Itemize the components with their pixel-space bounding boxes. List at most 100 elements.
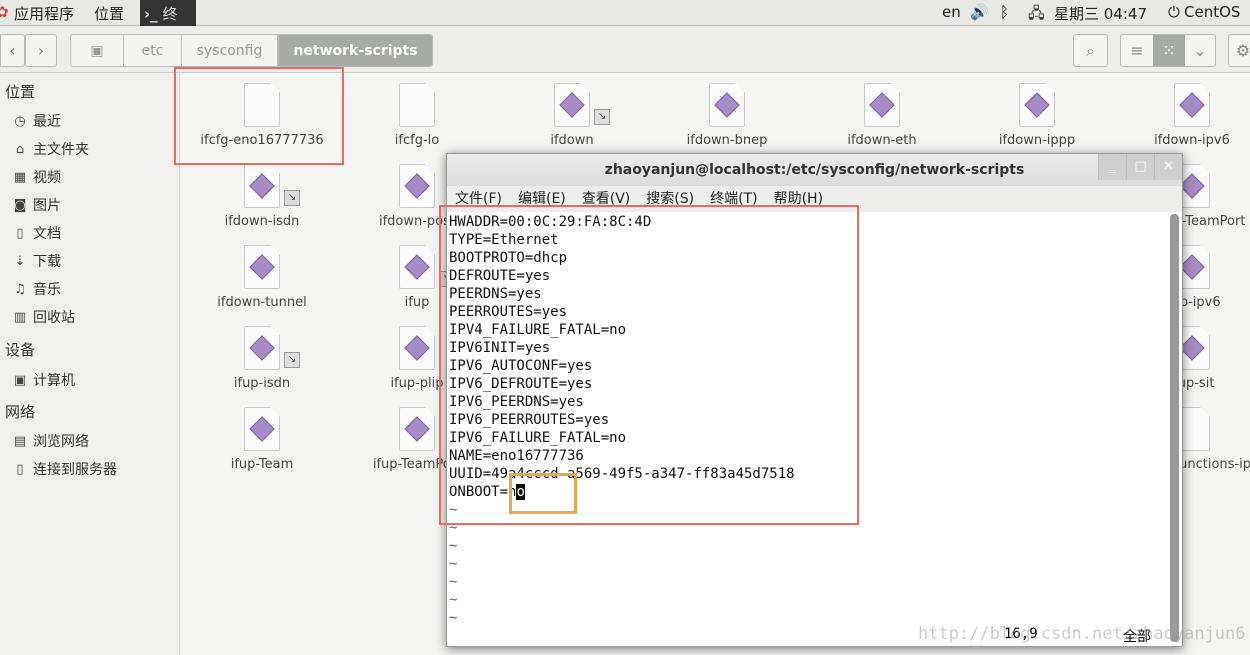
places-menu[interactable]: 位置 <box>94 3 124 24</box>
script-file-icon <box>1019 83 1055 127</box>
sidebar-item-label: 下载 <box>33 254 61 270</box>
onboot-highlight-box <box>509 473 577 514</box>
top-bar: ✿ 应用程序 位置 ›_ 终端 en 🔊 ᛒ 🖧 星期三 04:47 ⏻ Cen… <box>0 0 1250 44</box>
empty-line-tilde: ~ <box>449 574 458 590</box>
camera-icon: ◙ <box>13 197 27 213</box>
script-file-icon <box>244 245 280 289</box>
sidebar-header-network: 网络 <box>5 403 36 421</box>
file-name: ifdown <box>550 133 594 148</box>
sidebar-item-label: 主文件夹 <box>33 142 89 158</box>
sidebar-item[interactable]: ▯ 文档 <box>12 223 61 243</box>
file-item[interactable]: ↘ ifdown-isdn <box>187 164 337 229</box>
back-button[interactable]: ‹ <box>0 34 25 67</box>
script-file-icon <box>554 83 590 127</box>
sidebar-item[interactable]: ♫ 音乐 <box>12 279 61 299</box>
file-name: ifdown-tunnel <box>217 295 307 310</box>
file-item[interactable]: ↘ ifup-isdn <box>187 326 337 391</box>
bluetooth-icon[interactable]: ᛒ <box>1000 3 1009 21</box>
file-item[interactable]: ifup-Team <box>187 407 337 472</box>
file-item[interactable]: ifdown-eth <box>807 83 957 148</box>
taskbar-terminal[interactable]: ›_ 终端 <box>140 0 196 44</box>
script-file-icon <box>399 407 435 451</box>
sidebar-item[interactable]: ▯ 连接到服务器 <box>12 459 117 479</box>
sidebar-item[interactable]: ▥ 回收站 <box>12 307 75 327</box>
network-status-icon[interactable]: 🖧 <box>1028 3 1045 28</box>
sidebar-header-devices: 设备 <box>5 341 36 359</box>
minimize-button[interactable]: _ <box>1098 154 1126 180</box>
network-icon: ▤ <box>13 433 27 449</box>
sidebar-item-label: 浏览网络 <box>33 434 89 450</box>
clock[interactable]: 星期三 04:47 <box>1054 3 1147 24</box>
settings-button[interactable]: ⚙ <box>1228 34 1250 67</box>
script-file-icon <box>399 326 435 370</box>
grid-view-icon[interactable]: ⁙ <box>1153 35 1185 66</box>
breadcrumb-network-scripts[interactable]: network-scripts <box>278 34 433 67</box>
download-icon: ⇣ <box>14 253 26 269</box>
symlink-arrow-icon: ↘ <box>594 109 610 125</box>
sidebar-item[interactable]: ◷ 最近 <box>12 111 61 131</box>
script-file-icon <box>399 164 435 208</box>
file-item[interactable]: ifdown-ipv6 <box>1117 83 1250 148</box>
script-file-icon <box>399 245 435 289</box>
empty-line-tilde: ~ <box>449 538 458 554</box>
forward-button[interactable]: › <box>25 34 57 67</box>
search-icon: ⌕ <box>1086 40 1095 60</box>
sidebar-item-label: 回收站 <box>33 310 75 326</box>
script-file-icon <box>244 326 280 370</box>
sidebar-item-label: 连接到服务器 <box>33 462 117 478</box>
applications-menu[interactable]: 应用程序 <box>14 3 74 24</box>
file-name: ifdown-ipv6 <box>1154 133 1230 148</box>
home-icon: ⌂ <box>15 141 25 157</box>
file-name: ifup-isdn <box>233 376 291 391</box>
os-menu[interactable]: CentOS <box>1184 3 1240 21</box>
file-item[interactable]: ifdown-bnep <box>652 83 802 148</box>
breadcrumb-root[interactable]: ▣ <box>70 34 124 67</box>
terminal-icon: ›_ <box>144 5 158 23</box>
selection-highlight <box>174 67 344 165</box>
chevron-down-icon[interactable]: ⌄ <box>1185 41 1215 60</box>
scrollbar[interactable] <box>1170 214 1179 642</box>
search-button[interactable]: ⌕ <box>1073 34 1108 67</box>
file-item[interactable]: ifdown-tunnel <box>187 245 337 310</box>
language-indicator[interactable]: en <box>942 3 961 21</box>
maximize-button[interactable]: □ <box>1126 154 1154 180</box>
volume-icon[interactable]: 🔊 <box>970 3 989 21</box>
view-buttons: ≡ ⁙ ⌄ <box>1120 34 1216 67</box>
close-button[interactable]: ✕ <box>1154 154 1182 180</box>
sidebar-item[interactable]: ◙ 图片 <box>12 195 61 215</box>
sidebar-item-label: 最近 <box>33 114 61 130</box>
breadcrumb-etc[interactable]: etc <box>123 34 182 67</box>
sidebar-item-label: 视频 <box>33 170 61 186</box>
empty-line-tilde: ~ <box>449 556 458 572</box>
sidebar-item[interactable]: ▣ 计算机 <box>12 370 75 390</box>
sidebar-item[interactable]: ⇣ 下载 <box>12 251 61 271</box>
script-file-icon <box>709 83 745 127</box>
file-name: ifdown-ippp <box>998 133 1076 148</box>
power-icon[interactable]: ⏻ <box>1168 3 1180 21</box>
trash-icon: ▥ <box>13 309 27 325</box>
file-name: ifcfg-lo <box>394 133 440 148</box>
watermark: http://blog.csdn.net/zhaoyanjun6 <box>918 624 1246 644</box>
terminal-title: zhaoyanjun@localhost:/etc/sysconfig/netw… <box>447 154 1182 186</box>
script-file-icon <box>864 83 900 127</box>
symlink-arrow-icon: ↘ <box>284 190 300 206</box>
file-name: ifdown-isdn <box>224 214 300 229</box>
sidebar-item-label: 图片 <box>33 198 61 214</box>
document-icon: ▯ <box>16 225 24 241</box>
computer-icon: ▣ <box>13 372 27 388</box>
script-file-icon <box>244 164 280 208</box>
script-file-icon <box>1174 83 1210 127</box>
sidebar-item-label: 音乐 <box>33 282 61 298</box>
config-highlight-box <box>439 205 859 525</box>
file-item[interactable]: ifdown-ippp <box>962 83 1112 148</box>
breadcrumb-sysconfig[interactable]: sysconfig <box>181 34 278 67</box>
file-item[interactable]: ↘ ifdown <box>497 83 647 148</box>
symlink-arrow-icon: ↘ <box>284 352 300 368</box>
sidebar-item[interactable]: ▤ 浏览网络 <box>12 431 89 451</box>
server-icon: ▯ <box>16 461 24 477</box>
apps-icon: ✿ <box>0 3 9 21</box>
sidebar-item[interactable]: ▦ 视频 <box>12 167 61 187</box>
list-view-icon[interactable]: ≡ <box>1121 41 1153 60</box>
file-item[interactable]: ifcfg-lo <box>342 83 492 148</box>
sidebar-item[interactable]: ⌂ 主文件夹 <box>12 139 89 159</box>
